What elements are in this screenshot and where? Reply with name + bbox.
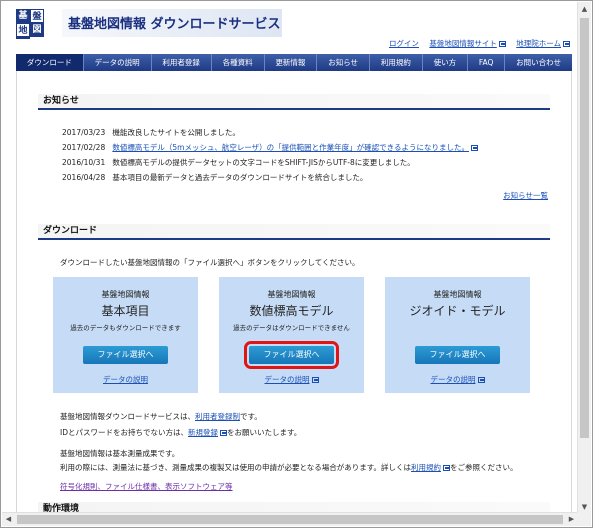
new-registration-link[interactable]: 新規登録 (188, 428, 227, 437)
site-header: 基 盤 地 図 基盤地図情報 ダウンロードサービス ログイン 基盤地図情報サイト… (2, 2, 578, 54)
logo-char: 盤 (30, 9, 44, 23)
card-label: 基盤地図情報 (101, 290, 150, 299)
card-title: 数値標高モデル (249, 304, 334, 318)
terms-notice: 利用の際には、測量法に基づき、測量成果の複製又は使用の申請が必要となる場合があり… (60, 463, 518, 472)
login-link[interactable]: ログイン (389, 39, 419, 48)
horizontal-scrollbar[interactable]: ◀ ▶ (2, 512, 578, 526)
spec-link[interactable]: 符号化規則、ファイル仕様書、表示ソフトウェア等 (60, 482, 233, 491)
browser-frame: 基 盤 地 図 基盤地図情報 ダウンロードサービス ログイン 基盤地図情報サイト… (0, 0, 593, 528)
news-list: 2017/03/23 機能改良したサイトを公開しました。 2017/02/28 … (62, 125, 542, 185)
site-logo[interactable]: 基 盤 地 図 (16, 7, 62, 39)
nav-item-terms[interactable]: 利用規約 (370, 54, 423, 71)
external-link-icon (563, 41, 570, 47)
new-registration-notice: IDとパスワードをお持ちでない方は、新規登録 をお願いいたします。 (60, 428, 302, 437)
download-intro: ダウンロードしたい基盤地図情報の「ファイル選択へ」ボタンをクリックしてください。 (60, 258, 360, 267)
file-select-button[interactable]: ファイル選択へ (244, 341, 339, 369)
nav-item-usage[interactable]: 使い方 (423, 54, 468, 71)
nav-item-documents[interactable]: 各種資料 (212, 54, 265, 71)
card-title: ジオイド・モデル (409, 304, 506, 318)
news-date: 2016/04/28 (62, 173, 106, 182)
news-item: 2016/04/28 基本項目の最新データと過去データのダウンロードサイトを統合… (62, 170, 542, 185)
card-note: 過去のデータもダウンロードできます (70, 324, 181, 332)
nav-item-data-description[interactable]: データの説明 (84, 54, 152, 71)
nav-item-updates[interactable]: 更新情報 (265, 54, 318, 71)
news-item: 2017/03/23 機能改良したサイトを公開しました。 (62, 125, 542, 140)
external-link-icon (477, 377, 485, 383)
news-text: 基本項目の最新データと過去データのダウンロードサイトを統合しました。 (112, 173, 368, 182)
card-label: 基盤地図情報 (433, 290, 482, 299)
gsi-home-link[interactable]: 地理院ホーム (516, 39, 570, 48)
card-title: 基本項目 (101, 304, 150, 318)
download-heading: ダウンロード (38, 224, 550, 240)
survey-notice: 基盤地図情報は基本測量成果です。 (60, 449, 180, 458)
hscroll-thumb[interactable] (17, 515, 563, 524)
external-link-icon (498, 41, 506, 47)
site-title-box: 基盤地図情報 ダウンロードサービス (62, 9, 282, 37)
nav-item-contact[interactable]: お問い合わせ (505, 54, 572, 71)
news-item: 2016/10/31 数値標高モデルの提供データセットの文字コードをSHIFT-… (62, 155, 542, 170)
external-link-icon (220, 430, 227, 436)
news-link[interactable]: 数値標高モデル（5mメッシュ、航空レーザ）の「提供範囲と作業年度」が確認できるよ… (112, 143, 479, 152)
news-date: 2016/10/31 (62, 158, 106, 167)
nav-item-news[interactable]: お知らせ (317, 54, 370, 71)
scroll-up-icon[interactable]: ▲ (578, 2, 591, 16)
data-description-link[interactable]: データの説明 (53, 374, 198, 385)
kiban-site-link[interactable]: 基盤地図情報サイト (429, 39, 506, 48)
vertical-scrollbar[interactable]: ▲ ▼ (577, 2, 591, 514)
page-content: 基 盤 地 図 基盤地図情報 ダウンロードサービス ログイン 基盤地図情報サイト… (2, 2, 578, 514)
terms-link[interactable]: 利用規約 (411, 463, 450, 472)
spec-notice: 符号化規則、ファイル仕様書、表示ソフトウェア等 (60, 481, 233, 492)
site-title[interactable]: 基盤地図情報 ダウンロードサービス (68, 13, 281, 32)
scrollbar-corner (577, 512, 591, 526)
logo-char: 基 (16, 9, 30, 23)
scroll-left-icon[interactable]: ◀ (2, 513, 15, 526)
news-text: 数値標高モデルの提供データセットの文字コードをSHIFT-JISからUTF-8に… (112, 158, 415, 167)
header-links: ログイン 基盤地図情報サイト 地理院ホーム (381, 38, 570, 49)
external-link-icon (471, 145, 479, 151)
scroll-thumb[interactable] (580, 18, 589, 438)
external-link-icon (311, 377, 319, 383)
registration-notice: 基盤地図情報ダウンロードサービスは、利用者登録制です。 (60, 412, 262, 421)
card-dem: 基盤地図情報 数値標高モデル 過去のデータはダウンロードできません ファイル選択… (219, 277, 364, 393)
nav-item-download[interactable]: ダウンロード (16, 54, 84, 71)
news-heading: お知らせ (38, 94, 550, 110)
nav-item-user-registration[interactable]: 利用者登録 (152, 54, 212, 71)
card-label: 基盤地図情報 (267, 290, 316, 299)
news-more-link[interactable]: お知らせ一覧 (503, 190, 548, 201)
logo-char: 図 (30, 23, 44, 37)
logo-bar (16, 37, 30, 39)
nav-item-faq[interactable]: FAQ (468, 54, 506, 71)
news-text: 機能改良したサイトを公開しました。 (112, 128, 240, 137)
news-date: 2017/03/23 (62, 128, 106, 137)
file-select-button[interactable]: ファイル選択へ (415, 346, 500, 364)
card-basic-items: 基盤地図情報 基本項目 過去のデータもダウンロードできます ファイル選択へ デー… (53, 277, 198, 393)
data-description-link[interactable]: データの説明 (385, 374, 530, 385)
data-description-link[interactable]: データの説明 (219, 374, 364, 385)
user-registration-link[interactable]: 利用者登録制 (195, 412, 240, 421)
news-date: 2017/02/28 (62, 143, 106, 152)
news-item: 2017/02/28 数値標高モデル（5mメッシュ、航空レーザ）の「提供範囲と作… (62, 140, 542, 155)
external-link-icon (443, 465, 450, 471)
main-nav: ダウンロード データの説明 利用者登録 各種資料 更新情報 お知らせ 利用規約 … (16, 54, 572, 71)
card-geoid: 基盤地図情報 ジオイド・モデル ファイル選択へ データの説明 (385, 277, 530, 393)
card-note: 過去のデータはダウンロードできません (233, 324, 350, 332)
file-select-button[interactable]: ファイル選択へ (83, 346, 168, 364)
logo-char: 地 (16, 23, 30, 37)
